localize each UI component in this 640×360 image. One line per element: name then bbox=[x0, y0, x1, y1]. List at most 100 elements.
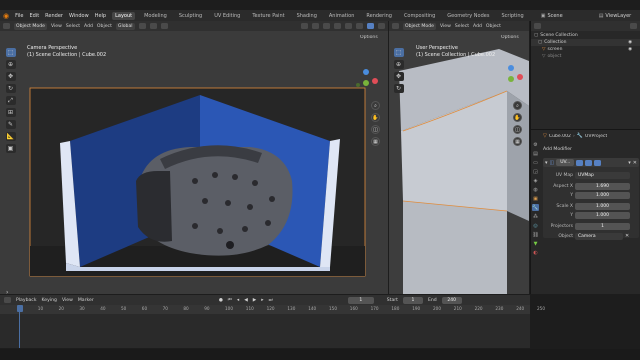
select-box-tool-icon[interactable]: ⬚ bbox=[393, 48, 404, 57]
navigation-gizmo[interactable] bbox=[352, 69, 380, 97]
menu-add[interactable]: Add bbox=[84, 24, 93, 29]
menu-add[interactable]: Add bbox=[473, 24, 482, 29]
output-tab-icon[interactable]: ▭ bbox=[532, 159, 539, 166]
end-frame-field[interactable]: 240 bbox=[441, 296, 462, 304]
aspect-y-field[interactable]: 1.000 bbox=[575, 191, 630, 199]
tab-scripting[interactable]: Scripting bbox=[498, 12, 526, 20]
modifier-name-field[interactable]: UV... bbox=[556, 159, 575, 166]
projectors-field[interactable]: 1 bbox=[575, 222, 630, 230]
uv-map-field[interactable]: UVMap bbox=[575, 172, 630, 179]
scene-selector[interactable]: ▣ Scene bbox=[541, 13, 563, 19]
cursor-tool-icon[interactable]: ⊕ bbox=[393, 60, 404, 69]
visibility-eye-icon[interactable]: ◉ bbox=[628, 47, 632, 52]
options-dropdown[interactable]: Options bbox=[501, 35, 519, 40]
proportional-edit-icon[interactable] bbox=[160, 23, 168, 29]
menu-view[interactable]: View bbox=[51, 24, 62, 29]
menu-marker[interactable]: Marker bbox=[78, 298, 94, 303]
jump-end-icon[interactable]: ⏭ bbox=[269, 297, 273, 303]
rotate-tool-icon[interactable]: ↻ bbox=[393, 84, 404, 93]
menu-view[interactable]: View bbox=[440, 24, 451, 29]
editmode-toggle-icon[interactable] bbox=[576, 159, 584, 166]
menu-window[interactable]: Window bbox=[69, 13, 89, 19]
tool-settings-tab-icon[interactable]: ⚙ bbox=[532, 141, 539, 148]
add-cube-tool-icon[interactable]: ▣ bbox=[5, 144, 16, 153]
data-tab-icon[interactable]: ▼ bbox=[532, 240, 539, 247]
tab-compositing[interactable]: Compositing bbox=[401, 12, 438, 20]
physics-tab-icon[interactable]: ◎ bbox=[532, 222, 539, 229]
timeline-ruler[interactable]: 1102030405060708090100110120130140150160… bbox=[0, 305, 545, 314]
navigation-gizmo[interactable] bbox=[497, 65, 525, 93]
shading-solid-icon[interactable] bbox=[356, 23, 363, 29]
tab-shading[interactable]: Shading bbox=[294, 12, 320, 20]
play-reverse-icon[interactable]: ◀ bbox=[244, 298, 248, 303]
measure-tool-icon[interactable]: 📐 bbox=[5, 132, 16, 141]
menu-playback[interactable]: Playback bbox=[16, 298, 37, 303]
start-frame-field[interactable]: 1 bbox=[402, 296, 423, 304]
playhead[interactable] bbox=[17, 305, 23, 312]
menu-object[interactable]: Object bbox=[97, 24, 112, 29]
move-tool-icon[interactable]: ✥ bbox=[5, 72, 16, 81]
world-tab-icon[interactable]: ◍ bbox=[532, 186, 539, 193]
annotate-tool-icon[interactable]: ✎ bbox=[5, 120, 16, 129]
shading-material-icon[interactable] bbox=[367, 23, 374, 29]
transform-orientation-dropdown[interactable]: Global bbox=[115, 22, 135, 30]
close-icon[interactable]: ✕ bbox=[625, 233, 629, 239]
editor-type-icon[interactable] bbox=[392, 23, 399, 29]
particles-tab-icon[interactable]: ⁂ bbox=[532, 213, 539, 220]
tab-uv-editing[interactable]: UV Editing bbox=[211, 12, 243, 20]
snap-icon[interactable] bbox=[149, 23, 157, 29]
outliner-row-screen[interactable]: ▽ screen ◉ bbox=[531, 46, 640, 53]
editor-type-icon[interactable] bbox=[3, 23, 10, 29]
close-icon[interactable]: ✕ bbox=[633, 160, 637, 166]
camera-view-icon[interactable]: ◫ bbox=[371, 125, 380, 134]
viewport-toggle-icon[interactable] bbox=[585, 159, 593, 166]
scale-x-field[interactable]: 1.000 bbox=[575, 202, 630, 210]
menu-help[interactable]: Help bbox=[95, 13, 106, 19]
collapse-arrow-icon[interactable]: ▾ bbox=[545, 160, 548, 166]
rotate-tool-icon[interactable]: ↻ bbox=[5, 84, 16, 93]
pan-hand-icon[interactable]: ✋ bbox=[513, 113, 522, 122]
camera-view-icon[interactable]: ◫ bbox=[513, 125, 522, 134]
view-layer-selector[interactable]: ▤ ViewLayer bbox=[599, 13, 632, 19]
gizmo-icon[interactable] bbox=[312, 23, 319, 29]
current-frame-field[interactable]: 1 bbox=[347, 296, 374, 304]
add-modifier-button[interactable]: Add Modifier bbox=[543, 145, 639, 153]
shading-rendered-icon[interactable] bbox=[378, 23, 385, 29]
perspective-grid-icon[interactable]: ▦ bbox=[371, 137, 380, 146]
render-tab-icon[interactable]: ▤ bbox=[532, 150, 539, 157]
viewport-camera[interactable]: Object Mode View Select Add Object Globa… bbox=[0, 21, 388, 294]
tab-texture-paint[interactable]: Texture Paint bbox=[249, 12, 287, 20]
tab-layout[interactable]: Layout bbox=[112, 11, 136, 20]
pan-hand-icon[interactable]: ✋ bbox=[371, 113, 380, 122]
dropdown-arrow-icon[interactable]: ▾ bbox=[628, 160, 631, 166]
aspect-x-field[interactable]: 1.690 bbox=[575, 182, 630, 190]
tab-animation[interactable]: Animation bbox=[326, 12, 358, 20]
menu-file[interactable]: File bbox=[15, 13, 23, 19]
cursor-tool-icon[interactable]: ⊕ bbox=[5, 60, 16, 69]
overlay-icon[interactable] bbox=[323, 23, 330, 29]
select-box-tool-icon[interactable]: ⬚ bbox=[5, 48, 16, 57]
scale-tool-icon[interactable]: ⤢ bbox=[5, 96, 16, 105]
zoom-icon[interactable]: ⌕ bbox=[513, 101, 522, 110]
move-tool-icon[interactable]: ✥ bbox=[393, 72, 404, 81]
blender-logo-icon[interactable]: ◉ bbox=[3, 12, 9, 20]
transform-tool-icon[interactable]: ⊞ bbox=[5, 108, 16, 117]
outliner-row-object[interactable]: ▽ object bbox=[531, 53, 640, 60]
object-tab-icon[interactable]: ▣ bbox=[532, 195, 539, 202]
outliner-row-collection[interactable]: ▢ Collection ◉ bbox=[531, 39, 640, 46]
zoom-icon[interactable]: ⌕ bbox=[371, 101, 380, 110]
visibility-eye-icon[interactable]: ◉ bbox=[628, 40, 632, 45]
menu-view[interactable]: View bbox=[62, 298, 73, 303]
scene-tab-icon[interactable]: ◈ bbox=[532, 177, 539, 184]
menu-edit[interactable]: Edit bbox=[29, 13, 39, 19]
menu-keying[interactable]: Keying bbox=[42, 298, 57, 303]
play-icon[interactable]: ▶ bbox=[253, 298, 257, 303]
mode-dropdown[interactable]: Object Mode bbox=[14, 22, 47, 30]
render-toggle-icon[interactable] bbox=[594, 159, 602, 166]
jump-start-icon[interactable]: ⏮ bbox=[228, 297, 232, 303]
modifier-tab-icon[interactable]: 🔧 bbox=[532, 204, 539, 211]
tab-geometry-nodes[interactable]: Geometry Nodes bbox=[444, 12, 492, 20]
record-icon[interactable]: ● bbox=[219, 298, 223, 303]
next-keyframe-icon[interactable]: ▸ bbox=[261, 298, 263, 303]
options-dropdown[interactable]: Options bbox=[360, 35, 378, 40]
